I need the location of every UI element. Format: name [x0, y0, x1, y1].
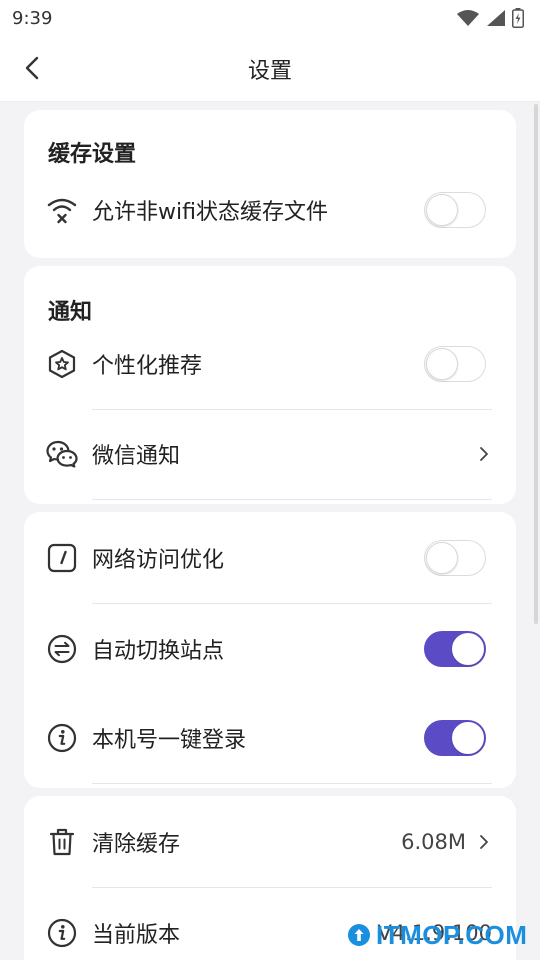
hexagon-star-icon [46, 348, 78, 380]
personalized-recommend-toggle[interactable] [424, 346, 486, 382]
back-button[interactable] [14, 50, 50, 86]
watermark-logo-icon [348, 924, 370, 946]
wechat-icon [46, 438, 78, 470]
info-icon [46, 722, 78, 754]
cache-size-value: 6.08M [401, 830, 466, 854]
gauge-icon [46, 542, 78, 574]
auto-switch-site-toggle[interactable] [424, 631, 486, 667]
cell-signal-icon [487, 10, 505, 26]
divider [92, 603, 492, 604]
watermark-text: ITMOP.COM [376, 919, 528, 950]
network-card: 网络访问优化 自动切换站点 本机号一键登录 [24, 512, 516, 788]
row-clear-cache[interactable]: 清除缓存 6.08M [24, 812, 516, 872]
navigation-bar: 设置 [0, 36, 540, 102]
chevron-right-icon [476, 444, 492, 464]
row-label: 网络访问优化 [92, 548, 225, 573]
battery-icon [512, 8, 524, 28]
scrollbar[interactable] [534, 104, 538, 624]
section-title-cache: 缓存设置 [48, 142, 137, 167]
toggle-knob [452, 633, 484, 665]
toggle-knob [426, 542, 458, 574]
row-label: 允许非wifi状态缓存文件 [92, 200, 328, 225]
row-nonwifi-cache[interactable]: 允许非wifi状态缓存文件 [24, 180, 516, 240]
notification-card: 通知 个性化推荐 微信通知 [24, 266, 516, 504]
row-label: 清除缓存 [92, 832, 181, 857]
toggle-knob [452, 722, 484, 754]
row-label: 微信通知 [92, 444, 181, 469]
row-label: 本机号一键登录 [92, 728, 247, 753]
swap-arrows-icon [46, 633, 78, 665]
row-personalized-recommend[interactable]: 个性化推荐 [24, 334, 516, 394]
watermark: ITMOP.COM [348, 918, 527, 952]
divider [92, 409, 492, 410]
toggle-knob [426, 348, 458, 380]
chevron-left-icon [25, 56, 39, 80]
row-wechat-notify[interactable]: 微信通知 [24, 424, 516, 484]
divider [92, 783, 492, 784]
info-icon [46, 917, 78, 949]
wifi-off-icon [46, 194, 78, 226]
nonwifi-cache-toggle[interactable] [424, 192, 486, 228]
row-one-click-login[interactable]: 本机号一键登录 [24, 708, 516, 768]
row-label: 当前版本 [92, 923, 181, 948]
page-title: 设置 [247, 58, 292, 84]
status-time: 9:39 [12, 7, 53, 29]
section-title-notify: 通知 [48, 300, 93, 325]
divider [92, 887, 492, 888]
status-bar: 9:39 [0, 0, 540, 36]
network-optimize-toggle[interactable] [424, 540, 486, 576]
chevron-right-icon [476, 832, 492, 852]
wifi-signal-icon [457, 10, 479, 26]
row-label: 个性化推荐 [92, 354, 203, 379]
trash-icon [46, 826, 78, 858]
toggle-knob [426, 194, 458, 226]
one-click-login-toggle[interactable] [424, 720, 486, 756]
status-icons [456, 8, 524, 28]
cache-settings-card: 缓存设置 允许非wifi状态缓存文件 [24, 110, 516, 258]
row-network-optimize[interactable]: 网络访问优化 [24, 528, 516, 588]
divider [92, 499, 492, 500]
row-label: 自动切换站点 [92, 639, 225, 664]
row-auto-switch-site[interactable]: 自动切换站点 [24, 619, 516, 679]
